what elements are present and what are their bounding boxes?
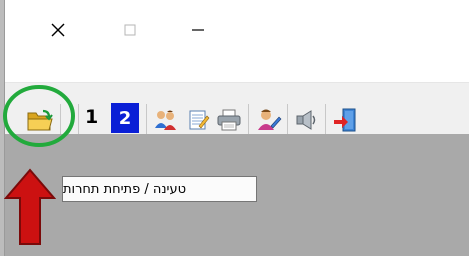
exit-button[interactable]: [330, 105, 360, 135]
edit-button[interactable]: [185, 105, 213, 135]
toolbar-separator: [248, 104, 249, 134]
maximize-button[interactable]: [107, 10, 153, 50]
toolbar-separator: [78, 104, 79, 134]
users-button[interactable]: [152, 105, 180, 135]
close-button[interactable]: [35, 10, 81, 50]
toolbar-separator: [325, 104, 326, 134]
user-edit-icon: [258, 109, 282, 130]
close-icon: [51, 23, 65, 37]
minimize-icon: [192, 29, 204, 31]
maximize-icon: [124, 24, 136, 36]
minimize-button[interactable]: [175, 10, 221, 50]
printer-icon: [217, 109, 241, 131]
test-2-button[interactable]: 2: [111, 103, 139, 133]
sound-button[interactable]: [292, 105, 322, 135]
test-1-button[interactable]: 1: [85, 106, 98, 128]
print-button[interactable]: [214, 105, 244, 135]
users-icon: [155, 110, 176, 130]
speaker-icon: [296, 110, 316, 130]
tooltip: טעינה / פתיחת תחרות: [62, 176, 257, 202]
user-edit-button[interactable]: [254, 105, 284, 135]
edit-notebook-icon: [189, 110, 210, 130]
title-bar: [5, 0, 469, 82]
exit-door-icon: [334, 108, 356, 132]
toolbar-separator: [146, 104, 147, 134]
toolbar-separator: [287, 104, 288, 134]
pointer-arrow: [4, 168, 56, 245]
highlight-circle: [3, 85, 75, 147]
